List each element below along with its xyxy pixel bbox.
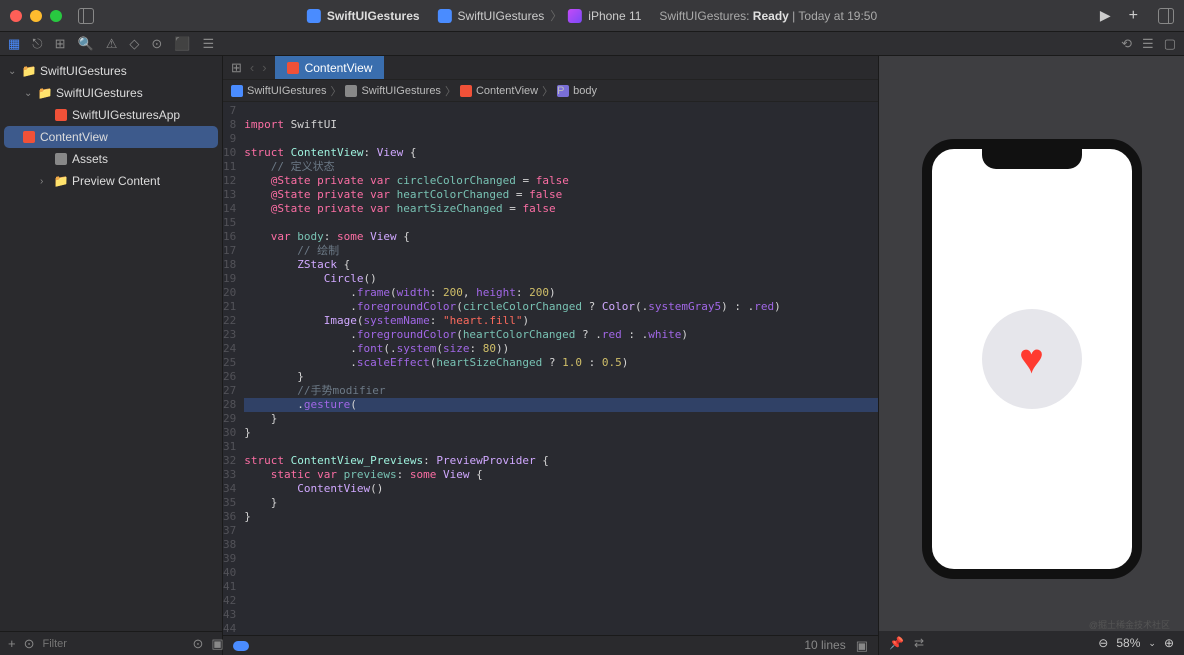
nav-item-contentview[interactable]: ContentView: [4, 126, 218, 148]
status-text: SwiftUIGestures: Ready | Today at 19:50: [659, 9, 877, 23]
folder-icon: [345, 85, 357, 97]
refresh-icon[interactable]: ⟲: [1121, 36, 1132, 52]
recent-filter-icon[interactable]: ⊙: [193, 636, 204, 652]
jumpbar-folder[interactable]: SwiftUIGestures: [361, 85, 440, 97]
nav-item-swiftuigesturesapp[interactable]: SwiftUIGesturesApp: [0, 104, 222, 126]
debug-navigator-icon[interactable]: ⊙: [151, 36, 162, 52]
run-button[interactable]: ▶: [1100, 7, 1111, 24]
window-controls: [10, 10, 62, 22]
close-icon[interactable]: [10, 10, 22, 22]
forward-icon[interactable]: ›: [262, 60, 266, 75]
circle-view[interactable]: ♥: [982, 309, 1082, 409]
jumpbar-symbol[interactable]: body: [573, 85, 597, 97]
watermark: @掘土稀金技术社区: [1089, 618, 1170, 631]
zoom-chevron-icon[interactable]: ⌄: [1148, 638, 1156, 649]
back-icon[interactable]: ‹: [250, 60, 254, 75]
nav-item-swiftuigestures[interactable]: ⌄📁SwiftUIGestures: [0, 82, 222, 104]
search-icon[interactable]: 🔍: [78, 36, 94, 52]
app-icon: [231, 85, 243, 97]
zoom-level[interactable]: 58%: [1116, 636, 1140, 650]
breakpoint-navigator-icon[interactable]: ⬛: [174, 36, 190, 52]
symbol-navigator-icon[interactable]: ⊞: [55, 36, 66, 52]
device-icon: [568, 9, 582, 23]
navigator-toolbar: ▦ ⎋ ⊞ 🔍 ⚠ ◇ ⊙ ⬛ ☰ ⟲ ☰ ▢: [0, 32, 1184, 56]
scm-filter-icon[interactable]: ▣: [211, 636, 223, 652]
debug-toggle-icon[interactable]: ▣: [856, 638, 868, 654]
title-center: SwiftUIGestures SwiftUIGestures 〉 iPhone…: [307, 7, 877, 24]
scheme-name[interactable]: SwiftUIGestures: [458, 9, 545, 23]
editor-tabbar: ⊞ ‹ › ContentView: [223, 56, 878, 80]
debug-view-icon[interactable]: [233, 641, 249, 651]
swift-icon: [287, 62, 299, 74]
inspector-toggle-icon[interactable]: ▢: [1164, 36, 1176, 52]
swift-icon: [460, 85, 472, 97]
canvas-footer: 📌 ⇄ ⊖ 58% ⌄ ⊕: [879, 631, 1184, 655]
project-navigator-icon[interactable]: ▦: [8, 36, 20, 52]
editor-options-icon[interactable]: ☰: [1142, 36, 1154, 52]
code-editor[interactable]: import SwiftUI struct ContentView: View …: [244, 102, 878, 635]
debug-lines: 10 lines: [804, 638, 845, 654]
nav-item-swiftuigestures[interactable]: ⌄📁SwiftUIGestures: [0, 60, 222, 82]
device-name[interactable]: iPhone 11: [588, 9, 641, 23]
canvas-preview: Preview ◉ ⚙ ⧉ ▭ ⇱ ♥ 📌 ⇄: [878, 56, 1184, 655]
pin-icon[interactable]: 📌: [889, 636, 904, 650]
filter-input[interactable]: [43, 638, 185, 650]
heart-icon: ♥: [1019, 335, 1044, 383]
source-control-icon[interactable]: ⎋: [32, 36, 42, 52]
jumpbar-file[interactable]: ContentView: [476, 85, 538, 97]
report-navigator-icon[interactable]: ☰: [202, 36, 214, 52]
test-navigator-icon[interactable]: ◇: [129, 36, 139, 52]
zoom-out-icon[interactable]: ⊖: [1098, 636, 1108, 650]
filter-icon[interactable]: ⊙: [24, 636, 35, 652]
tab-contentview[interactable]: ContentView: [275, 56, 385, 79]
adjust-icon[interactable]: ⇄: [914, 636, 924, 650]
related-items-icon[interactable]: ⊞: [231, 60, 242, 76]
jumpbar[interactable]: SwiftUIGestures 〉 SwiftUIGestures 〉 Cont…: [223, 80, 878, 102]
add-button[interactable]: +: [1129, 7, 1138, 25]
fullscreen-icon[interactable]: [50, 10, 62, 22]
zoom-in-icon[interactable]: ⊕: [1164, 636, 1174, 650]
project-navigator: ⌄📁SwiftUIGestures⌄📁SwiftUIGesturesSwiftU…: [0, 56, 223, 655]
tab-label: ContentView: [305, 61, 373, 75]
nav-item-preview-content[interactable]: ›📁Preview Content: [0, 170, 222, 192]
nav-item-assets[interactable]: Assets: [0, 148, 222, 170]
minimize-icon[interactable]: [30, 10, 42, 22]
library-toggle-icon[interactable]: [1158, 8, 1174, 24]
sidebar-toggle-icon[interactable]: [78, 8, 94, 24]
jumpbar-project[interactable]: SwiftUIGestures: [247, 85, 326, 97]
debug-bar: 10 lines ▣: [223, 635, 878, 655]
app-icon: [307, 9, 321, 23]
titlebar: ▶ SwiftUIGestures SwiftUIGestures 〉 iPho…: [0, 0, 1184, 32]
phone-frame: ♥: [922, 139, 1142, 579]
issue-navigator-icon[interactable]: ⚠: [106, 36, 118, 52]
project-title: SwiftUIGestures: [327, 9, 420, 23]
scheme-icon: [438, 9, 452, 23]
add-file-icon[interactable]: +: [8, 636, 16, 651]
line-gutter[interactable]: 7891011121314151617181920212223242526272…: [223, 102, 244, 635]
property-icon: P: [557, 85, 569, 97]
